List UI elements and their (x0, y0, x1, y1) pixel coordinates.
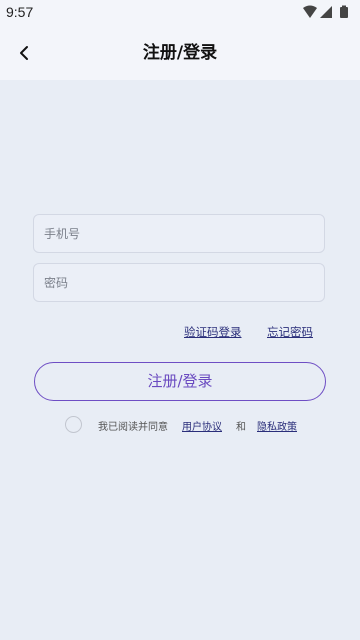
status-icons (302, 5, 352, 19)
app-bar: 注册/登录 (0, 26, 360, 80)
battery-icon (340, 5, 348, 18)
forgot-password-link[interactable]: 忘记密码 (267, 324, 313, 340)
page-title: 注册/登录 (142, 43, 218, 63)
status-time: 9:57 (6, 4, 34, 20)
code-login-link[interactable]: 验证码登录 (184, 324, 242, 340)
chevron-left-icon (20, 46, 28, 60)
user-agreement-link[interactable]: 用户协议 (182, 418, 222, 433)
wifi-icon (303, 5, 317, 18)
password-input[interactable] (34, 264, 324, 301)
register-login-button[interactable]: 注册/登录 (34, 362, 326, 401)
back-button[interactable] (12, 40, 38, 66)
phone-field[interactable] (33, 214, 325, 253)
agree-checkbox[interactable] (65, 416, 82, 433)
password-field[interactable] (33, 263, 325, 302)
signal-icon (320, 6, 332, 18)
agreement-row: 我已阅读并同意 用户协议 和 隐私政策 (0, 414, 360, 436)
status-bar: 9:57 (0, 0, 360, 26)
privacy-policy-link[interactable]: 隐私政策 (257, 418, 297, 433)
agreement-and-text: 和 (236, 422, 246, 433)
agreement-prefix-text: 我已阅读并同意 (98, 422, 168, 433)
phone-input[interactable] (34, 215, 324, 252)
